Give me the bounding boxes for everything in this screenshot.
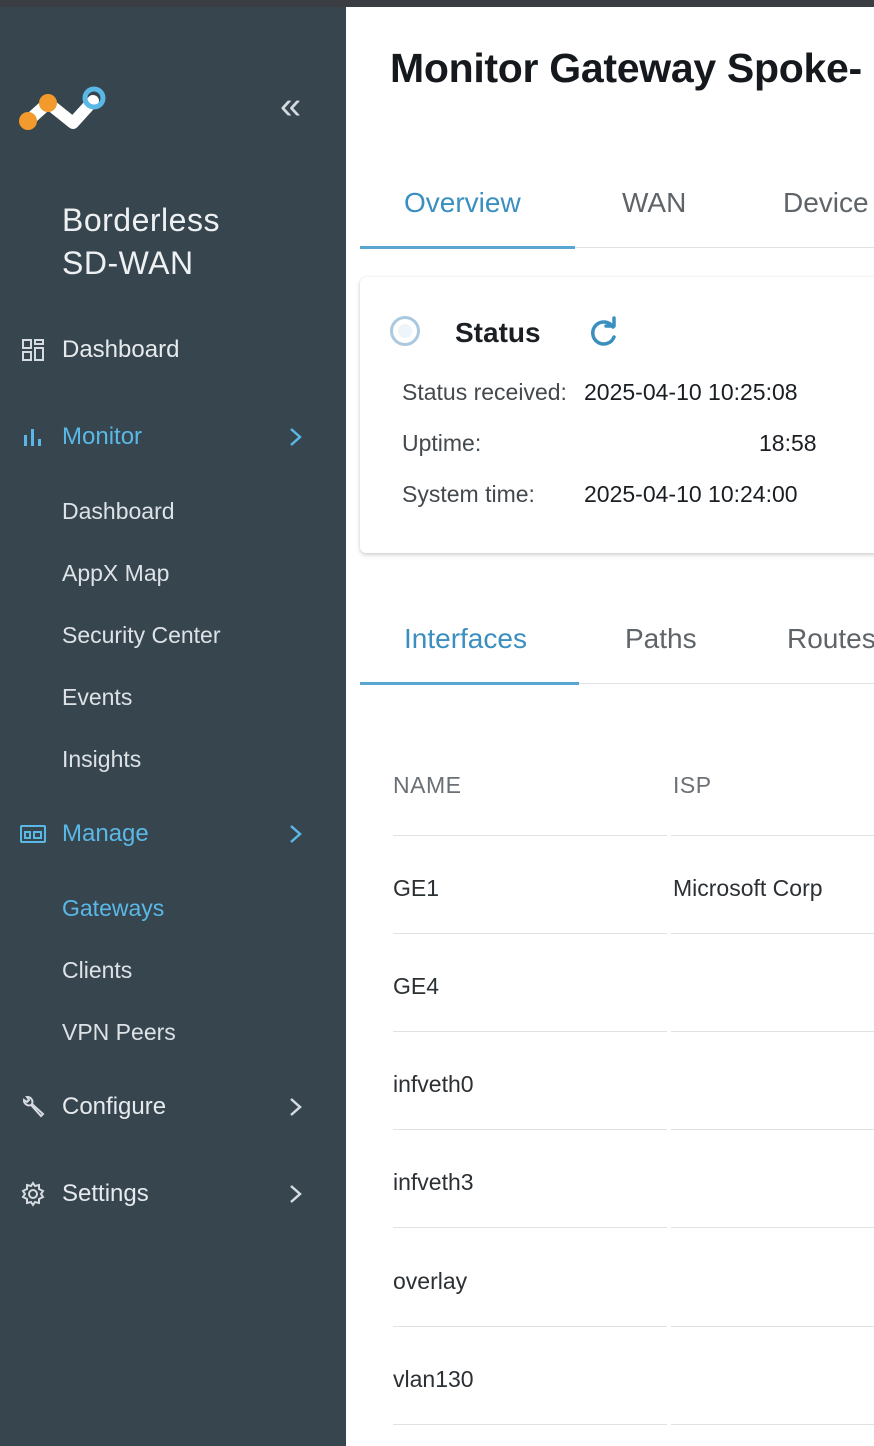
sidebar-item-label: Settings (62, 1180, 149, 1207)
status-title: Status (455, 317, 541, 348)
status-received-value: 2025-04-10 10:25:08 (584, 379, 798, 405)
bar-chart-icon (19, 423, 47, 451)
tab-interfaces[interactable]: Interfaces (404, 623, 527, 683)
tab-paths[interactable]: Paths (625, 623, 697, 683)
row-divider (671, 1326, 874, 1327)
sidebar-subitem-vpn-peers[interactable]: VPN Peers (62, 1019, 176, 1046)
system-time-label: System time: (402, 481, 535, 507)
system-time-value: 2025-04-10 10:24:00 (584, 481, 798, 507)
refresh-icon[interactable] (585, 315, 621, 351)
main-tabs: Overview WAN Device (360, 187, 874, 249)
sidebar-item-label: Configure (62, 1093, 167, 1120)
row-divider (393, 1129, 667, 1130)
chevron-right-icon (290, 428, 302, 446)
active-subtab-indicator (360, 682, 579, 685)
sidebar-subitem-gateways[interactable]: Gateways (62, 895, 164, 922)
chevron-right-icon (290, 825, 302, 843)
row-divider (671, 933, 874, 934)
sidebar-item-settings[interactable]: Settings (0, 1168, 346, 1220)
row-divider (671, 835, 874, 836)
row-divider (671, 1031, 874, 1032)
brand-name: Borderless SD-WAN (62, 199, 302, 285)
gear-icon (19, 1180, 47, 1208)
sidebar-item-label: Monitor (62, 423, 143, 450)
row-divider (671, 1227, 874, 1228)
cell-name: overlay (393, 1268, 468, 1294)
column-header-isp[interactable]: ISP (673, 772, 712, 799)
uptime-value: 18:58 (759, 430, 817, 456)
cell-name: vlan130 (393, 1366, 474, 1392)
cell-name: infveth3 (393, 1169, 474, 1195)
wrench-icon (19, 1093, 47, 1121)
cell-name: GE4 (393, 973, 440, 999)
column-header-name[interactable]: NAME (393, 772, 461, 799)
brand-line-1: Borderless (62, 202, 220, 238)
double-chevron-left-icon[interactable]: « (280, 87, 301, 125)
sidebar-subitem-security-center[interactable]: Security Center (62, 622, 221, 649)
sidebar-subitem-monitor-dashboard[interactable]: Dashboard (62, 498, 175, 525)
status-received-label: Status received: (402, 379, 567, 405)
tab-overview[interactable]: Overview (404, 187, 521, 247)
window-top-bar (0, 0, 874, 7)
sidebar-subitem-events[interactable]: Events (62, 684, 132, 711)
sidebar-item-manage[interactable]: Manage (0, 808, 346, 860)
device-icon (19, 820, 47, 848)
sidebar-item-label: Manage (62, 820, 149, 847)
active-tab-indicator (360, 246, 575, 249)
row-divider (393, 1326, 667, 1327)
main-content: Monitor Gateway Spoke- Overview WAN Devi… (346, 7, 874, 1446)
sidebar-item-monitor[interactable]: Monitor (0, 411, 346, 463)
sidebar-item-configure[interactable]: Configure (0, 1081, 346, 1133)
tab-wan[interactable]: WAN (622, 187, 686, 247)
brand-line-2: SD-WAN (62, 245, 194, 281)
row-divider (393, 1424, 667, 1425)
row-divider (393, 933, 667, 934)
sidebar-item-dashboard[interactable]: Dashboard (0, 324, 346, 376)
row-divider (393, 1227, 667, 1228)
sidebar-subitem-appx-map[interactable]: AppX Map (62, 560, 169, 587)
page-title: Monitor Gateway Spoke- (390, 45, 862, 91)
app-logo (19, 86, 106, 130)
chevron-right-icon (290, 1185, 302, 1203)
row-divider (671, 1129, 874, 1130)
status-indicator-icon (390, 316, 420, 346)
sidebar-subitem-insights[interactable]: Insights (62, 746, 141, 773)
tab-routes[interactable]: Routes (787, 623, 874, 683)
sidebar-item-label: Dashboard (62, 336, 180, 363)
row-divider (393, 835, 667, 836)
status-card: Status Status received: 2025-04-10 10:25… (360, 277, 874, 553)
sidebar: « Borderless SD-WAN Dashboard Monitor Da… (0, 7, 346, 1446)
chevron-right-icon (290, 1098, 302, 1116)
grid-icon (19, 336, 47, 364)
tab-device[interactable]: Device (783, 187, 869, 247)
detail-tabs: Interfaces Paths Routes (360, 623, 874, 685)
row-divider (393, 1031, 667, 1032)
sidebar-subitem-clients[interactable]: Clients (62, 957, 132, 984)
uptime-label: Uptime: (402, 430, 482, 456)
cell-name: GE1 (393, 875, 440, 901)
cell-name: infveth0 (393, 1071, 474, 1097)
row-divider (671, 1424, 874, 1425)
cell-isp: Microsoft Corp (673, 875, 823, 901)
